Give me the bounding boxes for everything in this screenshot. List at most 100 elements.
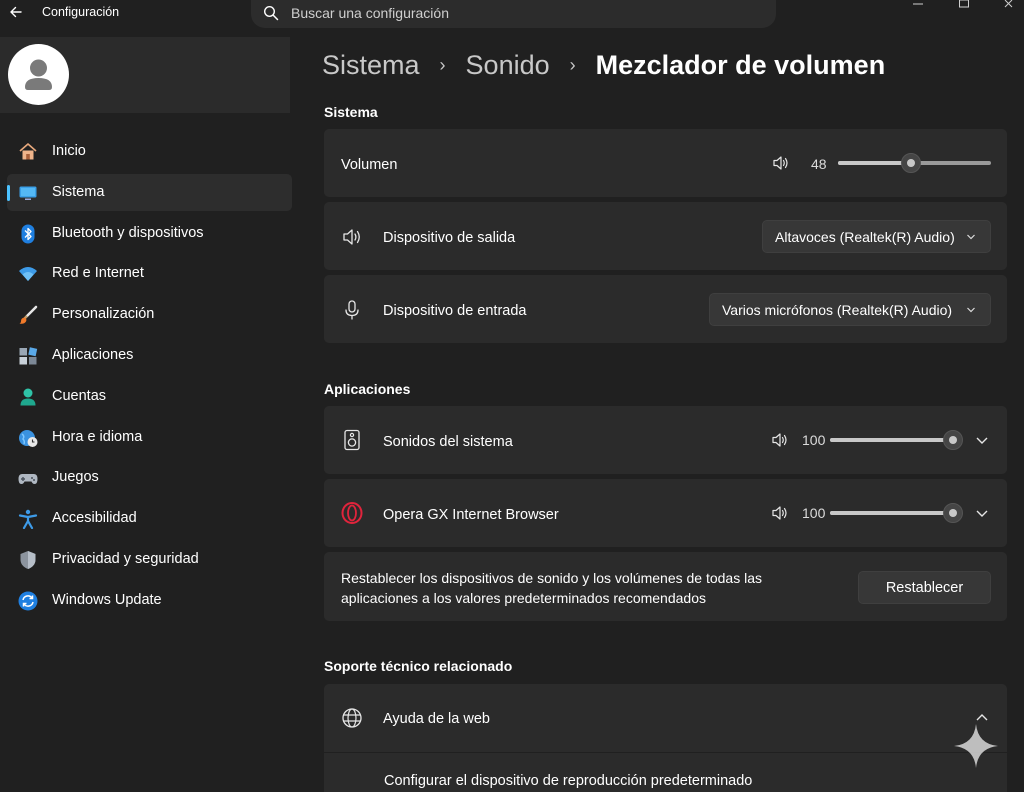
- breadcrumb-sistema[interactable]: Sistema: [322, 50, 420, 81]
- search-icon: [263, 5, 279, 21]
- slider-fill: [830, 511, 953, 515]
- sidebar-item-label: Bluetooth y dispositivos: [52, 224, 204, 241]
- sidebar-item-label: Sistema: [52, 183, 105, 200]
- breadcrumb-separator-icon: ›: [569, 54, 576, 75]
- slider-fill: [838, 161, 912, 165]
- sidebar-item-label: Juegos: [52, 469, 99, 486]
- app-row-system-sounds: Sonidos del sistema 100: [324, 406, 1007, 474]
- search-box[interactable]: [251, 0, 776, 28]
- apps-icon: [19, 347, 38, 365]
- slider-fill: [830, 438, 953, 442]
- sidebar-item-red[interactable]: Red e Internet: [7, 255, 292, 292]
- sidebar-item-cuentas[interactable]: Cuentas: [7, 378, 292, 415]
- sidebar-item-label: Personalización: [52, 306, 155, 323]
- person-icon: [20, 388, 36, 406]
- sidebar-item-bluetooth[interactable]: Bluetooth y dispositivos: [7, 215, 292, 252]
- app-title: Configuración: [42, 5, 120, 19]
- app-volume-value: 100: [802, 432, 826, 448]
- chevron-down-icon: [967, 234, 975, 240]
- web-help-card[interactable]: Ayuda de la web: [324, 684, 1007, 752]
- sidebar-item-juegos[interactable]: Juegos: [7, 459, 292, 496]
- sparkle-icon: [954, 724, 998, 768]
- app-name: Sonidos del sistema: [383, 434, 513, 450]
- volume-value: 48: [811, 156, 827, 172]
- reset-description: Restablecer los dispositivos de sonido y…: [341, 570, 763, 606]
- output-device-label: Dispositivo de salida: [383, 230, 516, 246]
- sidebar-item-label: Windows Update: [52, 591, 162, 608]
- chevron-down-icon[interactable]: [975, 506, 989, 520]
- input-device-dropdown[interactable]: Varios micrófonos (Realtek(R) Audio): [709, 293, 991, 326]
- app-row-opera-gx: Opera GX Internet Browser 100: [324, 479, 1007, 547]
- search-input[interactable]: [291, 3, 751, 23]
- sidebar-nav: Inicio Sistema Bluetooth y dispositivos …: [0, 133, 292, 623]
- breadcrumb-separator-icon: ›: [439, 54, 446, 75]
- brush-icon: [19, 305, 38, 324]
- reset-button[interactable]: Restablecer: [858, 571, 991, 604]
- input-device-card: Dispositivo de entrada Varios micrófonos…: [324, 275, 1007, 343]
- sidebar-item-label: Hora e idioma: [52, 428, 143, 445]
- sidebar-item-label: Red e Internet: [52, 265, 144, 282]
- monitor-icon: [19, 186, 37, 200]
- sidebar-item-label: Aplicaciones: [52, 346, 134, 363]
- master-volume-slider[interactable]: [838, 153, 991, 173]
- volume-label: Volumen: [341, 157, 398, 173]
- output-device-selected: Altavoces (Realtek(R) Audio): [775, 228, 955, 245]
- back-arrow-icon[interactable]: [6, 2, 26, 22]
- update-icon: [18, 591, 38, 611]
- speaker-icon[interactable]: [772, 154, 790, 172]
- sidebar-item-personalizacion[interactable]: Personalización: [7, 296, 292, 333]
- sidebar-item-label: Inicio: [52, 143, 86, 159]
- sidebar-item-label: Accesibilidad: [52, 510, 137, 527]
- sidebar-item-inicio[interactable]: Inicio: [7, 133, 292, 170]
- minimize-icon[interactable]: [910, 0, 926, 12]
- bluetooth-icon: [21, 224, 35, 244]
- title-bar: Configuración: [0, 0, 1024, 32]
- slider-thumb[interactable]: [901, 153, 922, 173]
- opera-icon: [341, 502, 363, 524]
- app-name: Opera GX Internet Browser: [383, 507, 559, 523]
- sidebar-item-sistema[interactable]: Sistema: [7, 173, 292, 211]
- speaker-icon[interactable]: [771, 431, 789, 449]
- volume-card: Volumen 48: [324, 129, 1007, 197]
- sidebar-item-accesibilidad[interactable]: Accesibilidad: [7, 500, 292, 537]
- breadcrumb-sonido[interactable]: Sonido: [466, 50, 550, 81]
- sidebar-item-hora[interactable]: Hora e idioma: [7, 419, 292, 456]
- sidebar-item-label: Cuentas: [52, 387, 107, 404]
- output-device-dropdown[interactable]: Altavoces (Realtek(R) Audio): [762, 220, 991, 253]
- chevron-down-icon[interactable]: [975, 433, 989, 447]
- speaker-box-icon: [344, 429, 360, 451]
- accessibility-icon: [18, 509, 38, 530]
- section-title-soporte: Soporte técnico relacionado: [324, 658, 513, 674]
- gamepad-icon: [18, 474, 38, 485]
- user-avatar-icon: [25, 59, 52, 90]
- globe-icon: [342, 708, 362, 728]
- sidebar-item-aplicaciones[interactable]: Aplicaciones: [7, 337, 292, 374]
- sidebar-item-windows-update[interactable]: Windows Update: [7, 582, 292, 619]
- wifi-icon: [19, 267, 37, 282]
- section-title-sistema: Sistema: [324, 104, 378, 120]
- help-link-default-playback[interactable]: Configurar el dispositivo de reproducció…: [384, 773, 752, 789]
- page-title: Mezclador de volumen: [595, 49, 886, 80]
- section-title-aplicaciones: Aplicaciones: [324, 381, 411, 397]
- sidebar-item-label: Privacidad y seguridad: [52, 550, 199, 567]
- web-help-label: Ayuda de la web: [383, 711, 490, 727]
- close-icon[interactable]: [1002, 0, 1018, 12]
- output-device-card: Dispositivo de salida Altavoces (Realtek…: [324, 202, 1007, 270]
- avatar[interactable]: [8, 44, 69, 105]
- microphone-icon: [345, 300, 359, 320]
- app-volume-slider[interactable]: [830, 430, 963, 450]
- slider-thumb[interactable]: [943, 503, 963, 523]
- profile-card[interactable]: [0, 37, 290, 113]
- input-device-selected: Varios micrófonos (Realtek(R) Audio): [722, 301, 953, 318]
- home-icon: [19, 143, 37, 160]
- maximize-icon[interactable]: [956, 0, 972, 12]
- globe-clock-icon: [19, 429, 38, 447]
- chevron-down-icon: [967, 307, 975, 313]
- app-volume-value: 100: [802, 505, 826, 521]
- app-volume-slider[interactable]: [830, 503, 963, 523]
- speaker-icon[interactable]: [771, 504, 789, 522]
- breadcrumb: Sistema › Sonido › Mezclador de volumen: [322, 45, 885, 85]
- slider-thumb[interactable]: [943, 430, 963, 450]
- web-help-links: Configurar el dispositivo de reproducció…: [324, 753, 1007, 792]
- sidebar-item-privacidad[interactable]: Privacidad y seguridad: [7, 541, 292, 578]
